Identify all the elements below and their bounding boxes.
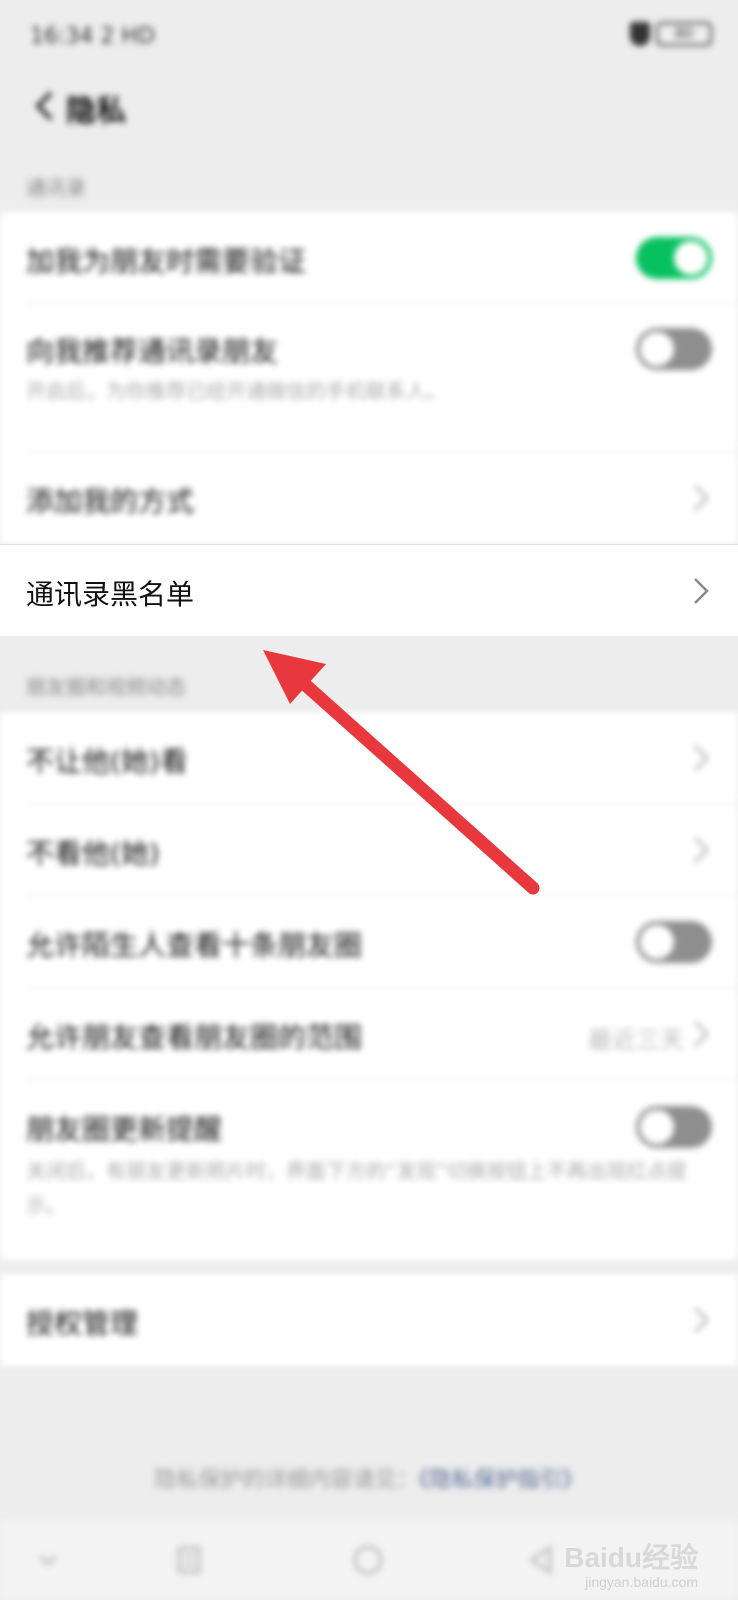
row-recommend-subtitle: 开启后，为你推荐已经开通微信的手机联系人。 — [26, 379, 446, 403]
row-recommend[interactable]: 向我推荐通讯录朋友 开启后，为你推荐已经开通微信的手机联系人。 — [0, 304, 738, 452]
row-verify-title: 加我为朋友时需要验证 — [26, 245, 307, 278]
row-authorization-title: 授权管理 — [26, 1307, 139, 1340]
back-triangle-icon[interactable] — [526, 1542, 556, 1578]
back-arrow-icon[interactable] — [26, 86, 66, 126]
section-label-moments: 朋友圈和视频动态 — [26, 675, 186, 699]
row-moments-reminder-title: 朋友圈更新提醒 — [26, 1113, 223, 1146]
chevron-down-icon[interactable] — [36, 1542, 60, 1578]
status-time: 16:34 2 HD — [30, 24, 155, 49]
row-hide-from[interactable]: 不让他(她)看 — [0, 712, 738, 804]
section-label-contacts: 通讯录 — [26, 176, 86, 200]
chevron-right-icon — [694, 1021, 709, 1047]
row-moments-reminder-subtitle: 关闭后，有朋友更新照片时，界面下方的“发现”切换按钮上不再出现红点提示。 — [26, 1159, 687, 1217]
status-bar: 16:34 2 HD 80 — [0, 0, 738, 72]
row-add-methods-title: 添加我的方式 — [26, 485, 195, 518]
home-icon[interactable] — [350, 1542, 386, 1578]
row-friend-range[interactable]: 允许朋友查看朋友圈的范围 最近三天 — [0, 988, 738, 1080]
row-add-methods[interactable]: 添加我的方式 — [0, 452, 738, 544]
row-dont-see[interactable]: 不看他(她) — [0, 804, 738, 896]
nav-bar: 隐私 — [0, 72, 738, 140]
verify-toggle[interactable] — [636, 237, 712, 279]
chevron-right-icon — [694, 837, 709, 863]
row-friend-range-title: 允许朋友查看朋友圈的范围 — [26, 1021, 363, 1054]
status-icons: 80 — [630, 22, 712, 46]
privacy-guide-link[interactable]: 《隐私保护指引》 — [419, 1468, 584, 1493]
footer-text: 隐私保护的详细内容请见： — [154, 1468, 419, 1493]
row-authorization[interactable]: 授权管理 — [0, 1274, 738, 1366]
authorization-group: 授权管理 — [0, 1274, 738, 1366]
chevron-right-icon — [694, 485, 709, 511]
moments-group: 不让他(她)看 不看他(她) 允许陌生人查看十条朋友圈 允许朋友查看朋友圈的范围… — [0, 712, 738, 1260]
baidu-watermark: Baidu经验 — [564, 1542, 698, 1573]
baidu-watermark-url: jingyan.baidu.com — [585, 1574, 698, 1590]
footer-note: 隐私保护的详细内容请见：《隐私保护指引》 — [0, 1462, 738, 1494]
row-stranger-ten[interactable]: 允许陌生人查看十条朋友圈 — [0, 896, 738, 988]
row-moments-reminder[interactable]: 朋友圈更新提醒 关闭后，有朋友更新照片时，界面下方的“发现”切换按钮上不再出现红… — [0, 1080, 738, 1260]
chevron-right-icon — [694, 578, 709, 604]
row-blacklist[interactable]: 通讯录黑名单 — [0, 544, 738, 636]
battery-icon: 80 — [656, 22, 712, 46]
row-verify[interactable]: 加我为朋友时需要验证 — [0, 212, 738, 304]
row-friend-range-value: 最近三天 — [588, 1026, 684, 1054]
row-stranger-ten-title: 允许陌生人查看十条朋友圈 — [26, 929, 363, 962]
recommend-toggle[interactable] — [636, 328, 712, 370]
stranger-ten-toggle[interactable] — [636, 921, 712, 963]
page-title: 隐私 — [66, 94, 126, 129]
chevron-right-icon — [694, 745, 709, 771]
menu-icon[interactable] — [174, 1542, 204, 1578]
chevron-right-icon — [694, 1307, 709, 1333]
row-blacklist-title: 通讯录黑名单 — [26, 578, 195, 611]
shield-icon — [630, 22, 650, 46]
row-hide-from-title: 不让他(她)看 — [26, 745, 188, 778]
row-dont-see-title: 不看他(她) — [26, 837, 160, 870]
moments-reminder-toggle[interactable] — [636, 1106, 712, 1148]
row-recommend-title: 向我推荐通讯录朋友 — [26, 335, 279, 368]
contacts-group: 加我为朋友时需要验证 向我推荐通讯录朋友 开启后，为你推荐已经开通微信的手机联系… — [0, 212, 738, 544]
